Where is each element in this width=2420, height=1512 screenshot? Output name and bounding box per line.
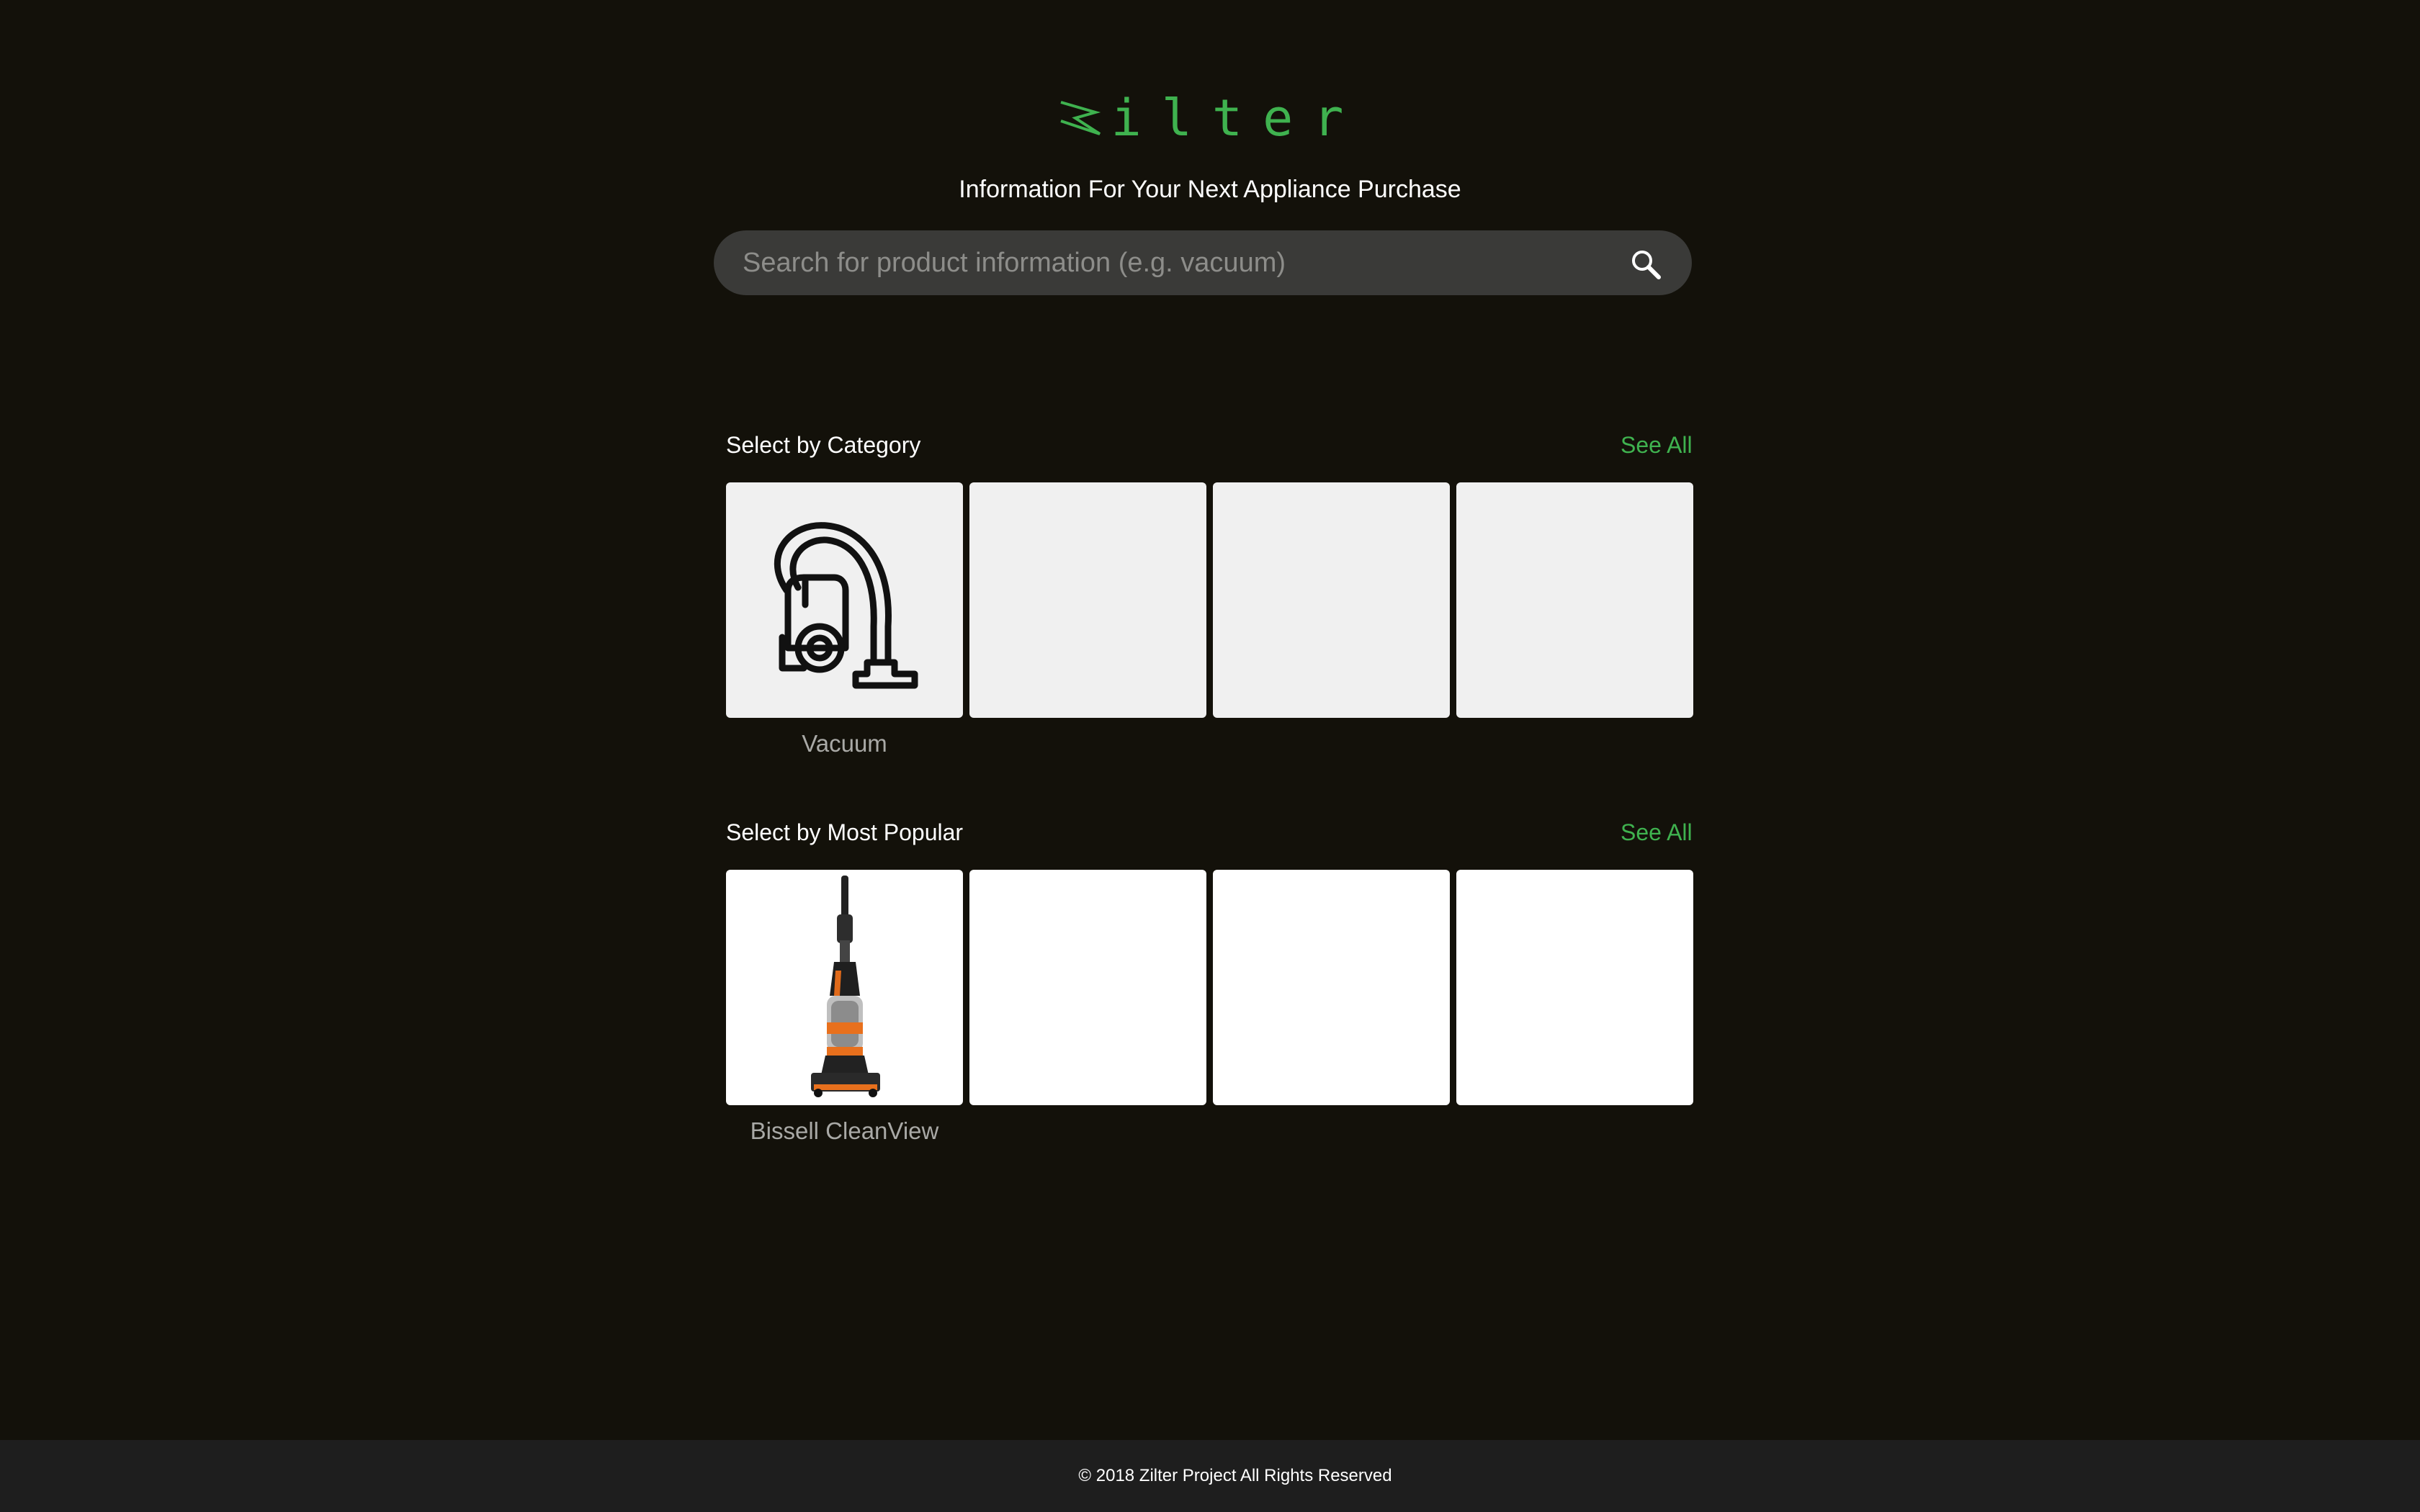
- search-input[interactable]: [743, 241, 1592, 284]
- category-tile-empty-3[interactable]: [1456, 482, 1693, 718]
- category-section-title: Select by Category: [726, 432, 921, 458]
- category-tile-empty-2[interactable]: [1213, 482, 1450, 718]
- popular-see-all-link[interactable]: See All: [1621, 819, 1693, 846]
- search-button[interactable]: [1627, 245, 1666, 284]
- zilter-logo-icon: [1060, 101, 1101, 135]
- product-tile-bissell-cleanview[interactable]: [726, 870, 963, 1105]
- logo[interactable]: ilter: [0, 89, 2420, 147]
- vacuum-icon: [774, 522, 918, 689]
- product-tile-empty-2[interactable]: [1213, 870, 1450, 1105]
- search-bar: [714, 230, 1692, 295]
- product-tile-empty-3[interactable]: [1456, 870, 1693, 1105]
- popular-section-title: Select by Most Popular: [726, 819, 964, 845]
- product-tile-empty-1[interactable]: [969, 870, 1206, 1105]
- category-tile-empty-1[interactable]: [969, 482, 1206, 718]
- footer: © 2018 Zilter Project All Rights Reserve…: [0, 1440, 2420, 1512]
- logo-text: ilter: [1111, 89, 1364, 148]
- category-see-all-link[interactable]: See All: [1621, 432, 1693, 459]
- upright-vacuum-image: [811, 876, 880, 1097]
- category-tile-vacuum[interactable]: [726, 482, 963, 718]
- product-label-bissell-cleanview: Bissell CleanView: [750, 1117, 939, 1144]
- category-label-vacuum: Vacuum: [802, 730, 887, 757]
- footer-copyright: © 2018 Zilter Project All Rights Reserve…: [1078, 1466, 1392, 1485]
- search-icon: [1632, 251, 1661, 279]
- tagline: Information For Your Next Appliance Purc…: [959, 176, 1461, 203]
